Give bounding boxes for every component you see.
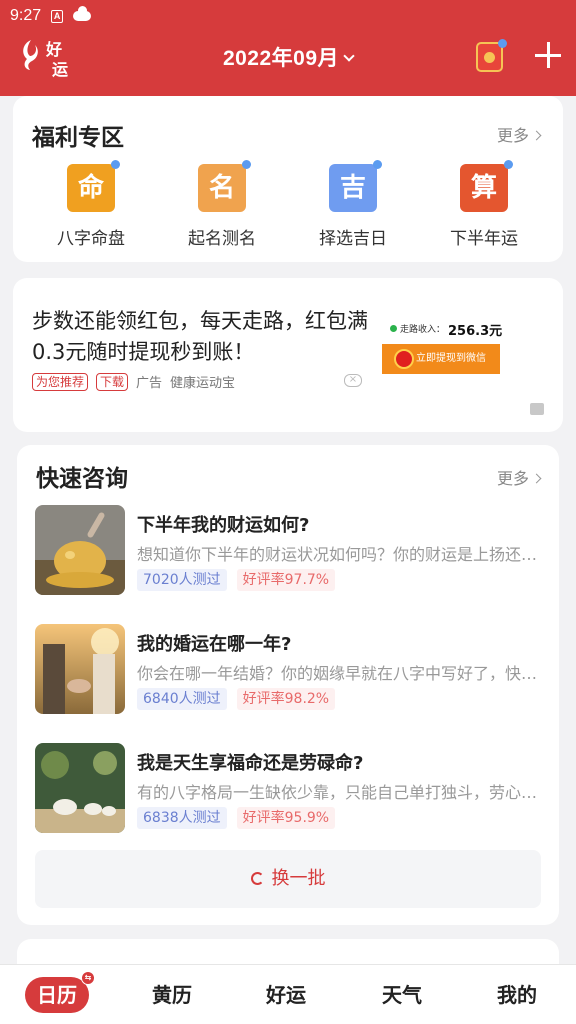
consult-item-title: 下半年我的财运如何? — [137, 515, 310, 536]
consult-item-title: 我是天生享福命还是劳碌命? — [137, 753, 364, 774]
ad-image-button: 立即提现到微信 — [382, 344, 500, 374]
welfare-section: 福利专区 更多 命 八字命盘 名 起名测名 吉 择选吉日 算 下半年运 — [13, 96, 563, 262]
ming-icon: 命 — [67, 160, 120, 212]
welfare-item-label: 择选吉日 — [319, 229, 387, 249]
ad-info-icon[interactable] — [530, 403, 544, 415]
swap-icon: ⇆ — [81, 971, 95, 985]
ad-image-amount: 256.3元 — [448, 324, 503, 339]
rating-badge: 好评率98.2% — [236, 688, 336, 710]
recommend-tag: 为您推荐 — [32, 372, 89, 391]
consult-title: 快速咨询 — [36, 466, 128, 492]
tab-weather[interactable]: 天气 — [347, 965, 457, 1024]
consult-item-desc: 有的八字格局一生缺依少靠，只能自己单打独斗，劳心劳力 — [137, 783, 545, 802]
ad-image-label: 走路收入： — [400, 325, 446, 335]
app-header: 9:27 A 好 运 2022年09月 — [0, 0, 576, 96]
welfare-item-label: 起名测名 — [188, 229, 256, 249]
add-icon[interactable] — [535, 42, 561, 68]
quick-consult-section: 快速咨询 更多 下半年我的财运如何? 想知道你下半年的财运状况如何吗？你的财运是… — [17, 445, 559, 925]
test-count-badge: 6840人测过 — [137, 688, 227, 710]
ad-headline: 步数还能领红包，每天走路，红包满0.3元随时提现秒到账！ — [32, 309, 368, 364]
status-time: 9:27 — [10, 7, 42, 24]
consult-item-destiny[interactable]: 我是天生享福命还是劳碌命? 有的八字格局一生缺依少靠，只能自己单打独斗，劳心劳力… — [35, 743, 545, 835]
ad-sponsor: 健康运动宝 — [170, 376, 236, 391]
holding-hands-thumbnail — [35, 624, 125, 714]
status-bar: 9:27 A — [10, 5, 92, 27]
current-month: 2022年09月 — [222, 47, 340, 70]
refresh-batch-button[interactable]: 换一批 — [35, 850, 541, 908]
chevron-down-icon — [343, 50, 355, 62]
notification-dot — [498, 39, 507, 48]
cloud-icon — [73, 6, 92, 21]
consult-item-wealth[interactable]: 下半年我的财运如何? 想知道你下半年的财运状况如何吗？你的财运是上扬还是下滑？ … — [35, 505, 545, 597]
bottom-tab-bar: 日历 ⇆ 黄历 好运 天气 我的 — [0, 964, 576, 1024]
test-count-badge: 6838人测过 — [137, 807, 227, 829]
welfare-item-label: 八字命盘 — [57, 229, 125, 249]
welfare-item-label: 下半年运 — [450, 229, 518, 249]
coin-icon — [394, 349, 414, 369]
chevron-right-icon — [531, 473, 542, 484]
close-icon[interactable]: × — [344, 374, 362, 387]
app-notification-icon: A — [51, 9, 64, 23]
check-icon — [390, 325, 397, 332]
consult-more-link[interactable]: 更多 — [497, 465, 542, 489]
download-tag[interactable]: 下载 — [96, 372, 129, 391]
refresh-icon — [250, 872, 264, 885]
ad-meta: 为您推荐 下载 广告 健康运动宝 — [32, 372, 235, 391]
chevron-right-icon — [531, 130, 542, 141]
welfare-item-fortune[interactable]: 算 下半年运 — [429, 160, 539, 249]
consult-item-marriage[interactable]: 我的婚运在哪一年? 你会在哪一年结婚？你的姻缘早就在八字中写好了，快来看看吧 6… — [35, 624, 545, 716]
tab-profile[interactable]: 我的 — [462, 965, 572, 1024]
consult-item-desc: 你会在哪一年结婚？你的姻缘早就在八字中写好了，快来看看吧 — [137, 664, 545, 683]
piggy-bank-thumbnail — [35, 505, 125, 595]
suan-icon: 算 — [460, 160, 513, 212]
welfare-more-link[interactable]: 更多 — [497, 122, 542, 146]
consult-item-title: 我的婚运在哪一年? — [137, 634, 292, 655]
ad-image: 走路收入： 256.3元 立即提现到微信 — [382, 316, 506, 386]
ad-banner[interactable]: 步数还能领红包，每天走路，红包满0.3元随时提现秒到账！ 为您推荐 下载 广告 … — [13, 278, 563, 432]
welfare-item-auspicious-day[interactable]: 吉 择选吉日 — [298, 160, 408, 249]
refresh-label: 换一批 — [271, 868, 326, 889]
rating-badge: 好评率95.9% — [236, 807, 336, 829]
tab-good-luck[interactable]: 好运 — [231, 965, 341, 1024]
tab-almanac[interactable]: 黄历 — [117, 965, 227, 1024]
ad-label: 广告 — [136, 376, 163, 391]
tab-calendar[interactable]: 日历 ⇆ — [2, 965, 112, 1024]
welfare-title: 福利专区 — [32, 125, 124, 151]
consult-item-desc: 想知道你下半年的财运状况如何吗？你的财运是上扬还是下滑？ — [137, 545, 545, 564]
welfare-item-bazi[interactable]: 命 八字命盘 — [36, 160, 146, 249]
ji-icon: 吉 — [329, 160, 382, 212]
test-count-badge: 7020人测过 — [137, 569, 227, 591]
red-envelope-icon[interactable] — [476, 39, 507, 72]
rating-badge: 好评率97.7% — [236, 569, 336, 591]
ming-name-icon: 名 — [198, 160, 251, 212]
tea-set-thumbnail — [35, 743, 125, 833]
welfare-item-naming[interactable]: 名 起名测名 — [167, 160, 277, 249]
